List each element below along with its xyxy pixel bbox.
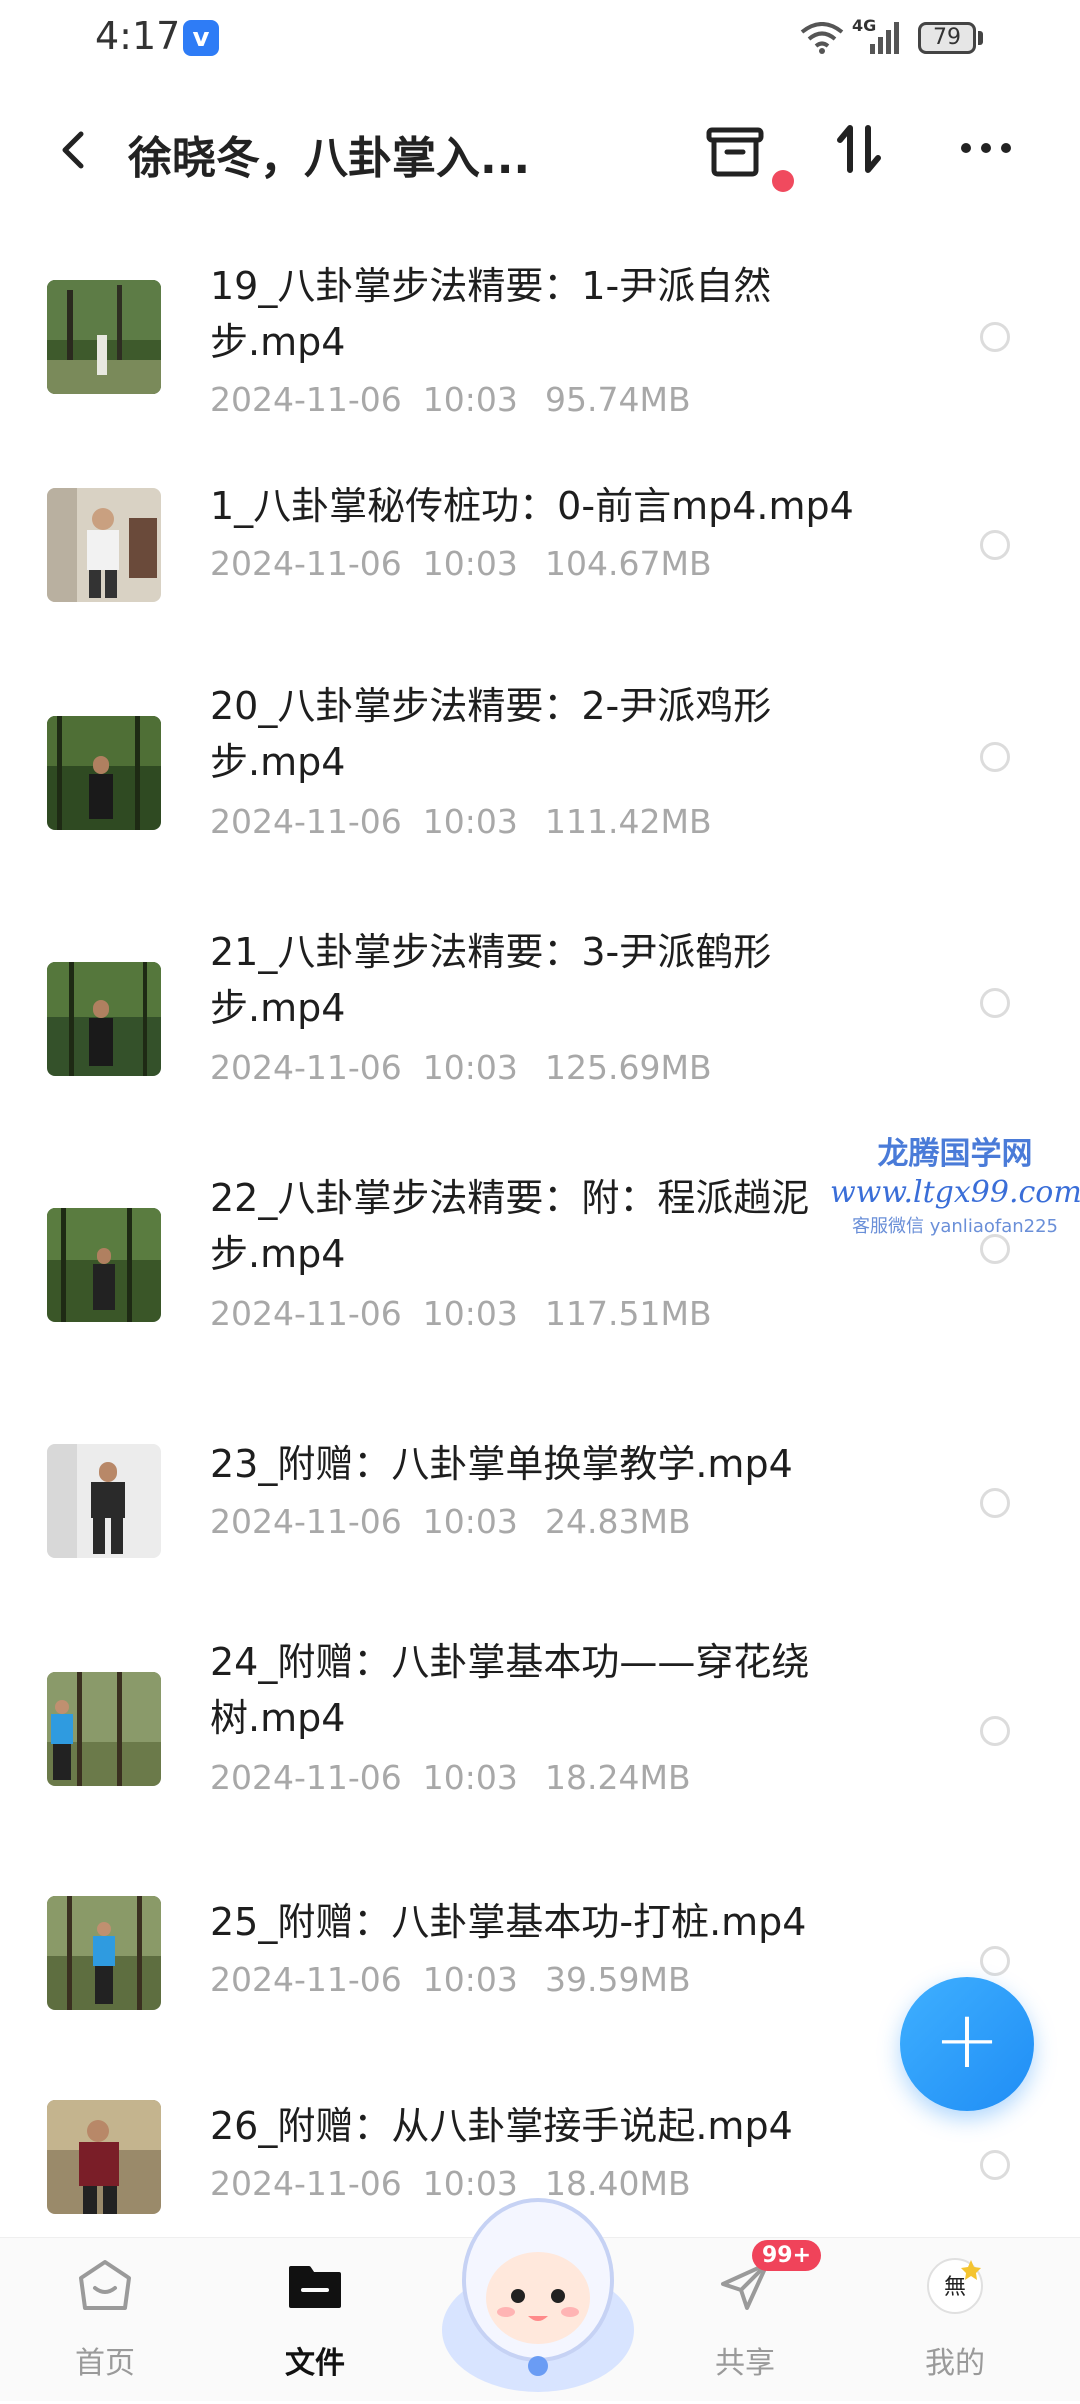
file-size: 39.59MB — [545, 1960, 691, 1999]
wifi-icon — [800, 22, 844, 58]
status-bar: 4:17 v 4G 79 — [0, 0, 1080, 80]
file-size: 125.69MB — [545, 1048, 712, 1087]
file-name: 25_附赠：八卦掌基本功-打桩.mp4 — [210, 1900, 807, 1944]
file-size: 95.74MB — [545, 380, 691, 419]
assistant-mascot[interactable] — [432, 2170, 644, 2400]
file-name: 19_八卦掌步法精要：1-尹派自然步.mp4 — [210, 264, 772, 364]
video-thumbnail — [47, 488, 161, 602]
sort-button[interactable] — [820, 110, 900, 190]
file-name: 23_附赠：八卦掌单换掌教学.mp4 — [210, 1442, 793, 1486]
notification-dot — [772, 170, 794, 192]
watermark-contact: 客服微信 yanliaofan225 — [852, 1216, 1058, 1237]
file-date: 2024-11-06 10:03 — [210, 802, 518, 841]
sort-icon — [837, 125, 881, 173]
file-date: 2024-11-06 10:03 — [210, 544, 518, 583]
nav-mine-label: 我的 — [925, 2346, 985, 2381]
home-icon — [79, 2260, 131, 2310]
video-thumbnail — [47, 1896, 161, 2010]
back-button[interactable] — [45, 120, 105, 180]
file-size: 24.83MB — [545, 1502, 691, 1541]
file-name: 24_附赠：八卦掌基本功——穿花绕树.mp4 — [210, 1640, 810, 1740]
file-name: 21_八卦掌步法精要：3-尹派鹤形步.mp4 — [210, 930, 772, 1030]
select-radio[interactable] — [980, 322, 1010, 352]
file-date: 2024-11-06 10:03 — [210, 380, 518, 419]
more-button[interactable] — [950, 110, 1030, 190]
nav-mine[interactable]: 無 我的 — [880, 2238, 1030, 2401]
select-radio[interactable] — [980, 988, 1010, 1018]
file-date: 2024-11-06 10:03 — [210, 1048, 518, 1087]
header: 徐晓冬，八卦掌入... — [0, 80, 1080, 220]
file-date: 2024-11-06 10:03 — [210, 1758, 518, 1797]
nav-share[interactable]: 99+ 共享 — [670, 2238, 822, 2401]
file-size: 117.51MB — [545, 1294, 712, 1333]
more-icon — [961, 143, 1011, 153]
video-thumbnail — [47, 2100, 161, 2214]
file-date: 2024-11-06 10:03 — [210, 1502, 518, 1541]
status-time: 4:17 — [95, 14, 181, 58]
nav-home-label: 首页 — [75, 2346, 135, 2381]
file-size: 111.42MB — [545, 802, 712, 841]
watermark: 龙腾国学网 www.ltgx99.com 客服微信 yanliaofan225 — [830, 1128, 1080, 1238]
select-radio[interactable] — [980, 2150, 1010, 2180]
video-thumbnail — [47, 962, 161, 1076]
select-radio[interactable] — [980, 742, 1010, 772]
video-thumbnail — [47, 716, 161, 830]
select-radio[interactable] — [980, 1488, 1010, 1518]
video-thumbnail — [47, 280, 161, 394]
nav-share-label: 共享 — [715, 2346, 775, 2381]
archive-icon — [706, 127, 764, 177]
avatar: 無 — [927, 2258, 983, 2314]
battery-level: 79 — [918, 22, 976, 54]
file-name: 22_八卦掌步法精要：附：程派趟泥步.mp4 — [210, 1176, 810, 1276]
folder-icon — [289, 2266, 341, 2308]
select-radio[interactable] — [980, 1234, 1010, 1264]
battery-icon — [978, 31, 983, 45]
file-name: 1_八卦掌秘传桩功：0-前言mp4.mp4 — [210, 484, 854, 528]
share-badge: 99+ — [752, 2240, 822, 2271]
video-thumbnail — [47, 1208, 161, 1322]
nav-files-label: 文件 — [285, 2346, 345, 2381]
file-name: 26_附赠：从八卦掌接手说起.mp4 — [210, 2104, 793, 2148]
nav-files[interactable]: 文件 — [240, 2238, 390, 2401]
watermark-title: 龙腾国学网 — [877, 1136, 1033, 1172]
chevron-left-icon — [62, 131, 84, 169]
file-size: 18.24MB — [545, 1758, 691, 1797]
plus-icon: + — [933, 1993, 1001, 2086]
file-size: 104.67MB — [545, 544, 712, 583]
select-radio[interactable] — [980, 1716, 1010, 1746]
svg-text:無: 無 — [944, 2275, 966, 2300]
file-date: 2024-11-06 10:03 — [210, 1294, 518, 1333]
app-notification-icon: v — [183, 20, 219, 56]
archive-button[interactable] — [695, 110, 775, 190]
file-name: 20_八卦掌步法精要：2-尹派鸡形步.mp4 — [210, 684, 772, 784]
nav-home[interactable]: 首页 — [30, 2238, 180, 2401]
page-title: 徐晓冬，八卦掌入... — [128, 133, 531, 184]
select-radio[interactable] — [980, 530, 1010, 560]
add-button[interactable]: + — [900, 1977, 1034, 2111]
watermark-url: www.ltgx99.com — [830, 1175, 1080, 1210]
signal-icon — [870, 22, 900, 58]
video-thumbnail — [47, 1444, 161, 1558]
video-thumbnail — [47, 1672, 161, 1786]
file-date: 2024-11-06 10:03 — [210, 1960, 518, 1999]
select-radio[interactable] — [980, 1946, 1010, 1976]
